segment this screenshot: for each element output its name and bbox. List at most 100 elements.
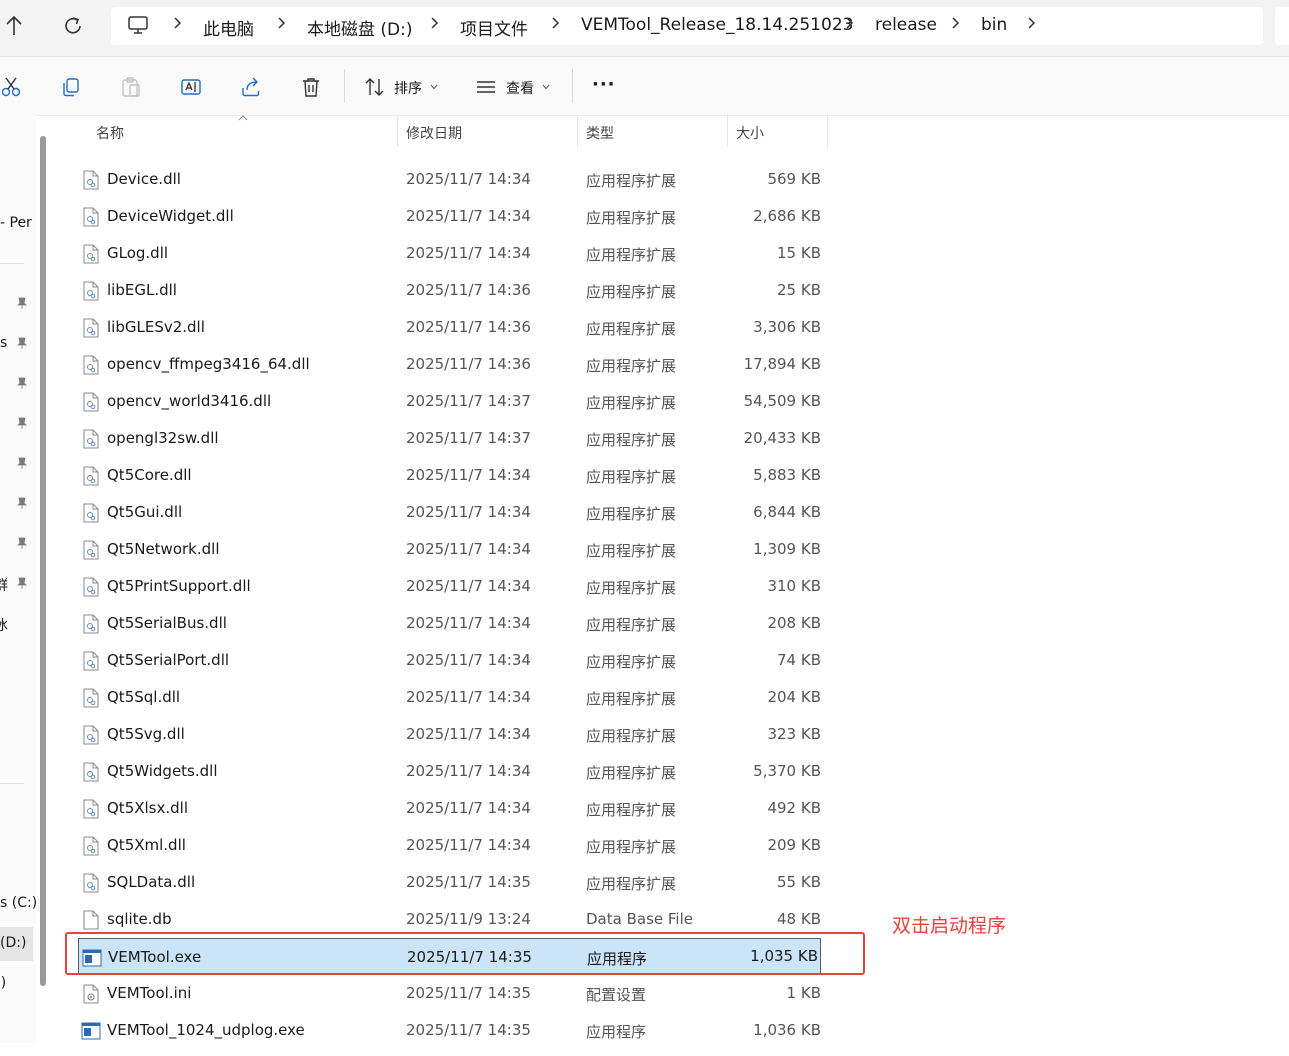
file-name: Qt5Xml.dll: [107, 836, 186, 854]
breadcrumb-drive-d[interactable]: 本地磁盘 (D:): [307, 15, 413, 40]
file-type: 应用程序扩展: [586, 431, 677, 449]
file-size: 208 KB: [767, 614, 821, 632]
chevron-right-icon[interactable]: [429, 16, 439, 30]
command-bar: 排序 查看 ···: [0, 57, 1289, 116]
share-icon[interactable]: [240, 76, 262, 98]
chevron-right-icon[interactable]: [172, 16, 182, 30]
computer-icon[interactable]: [127, 14, 149, 36]
file-name: Qt5Network.dll: [107, 540, 220, 558]
file-name: Qt5SerialBus.dll: [107, 614, 227, 632]
file-row[interactable]: Qt5Xlsx.dll 2025/11/7 14:34 应用程序扩展 492 KB: [78, 790, 821, 827]
search-box[interactable]: [1275, 7, 1289, 45]
column-divider[interactable]: [727, 115, 728, 147]
pin-icon: [17, 337, 27, 349]
annotation-highlight-box: [65, 932, 865, 975]
up-arrow-icon[interactable]: [2, 13, 26, 39]
nav-item-quick-3[interactable]: 冰: [0, 615, 8, 635]
toolbar-divider: [572, 69, 573, 103]
file-row[interactable]: Qt5Widgets.dll 2025/11/7 14:34 应用程序扩展 5,370…: [78, 753, 821, 790]
column-divider[interactable]: [827, 115, 828, 147]
file-row[interactable]: Qt5Gui.dll 2025/11/7 14:34 应用程序扩展 6,844 KB: [78, 494, 821, 531]
file-row[interactable]: Qt5Sql.dll 2025/11/7 14:34 应用程序扩展 204 KB: [78, 679, 821, 716]
file-row[interactable]: Qt5SerialPort.dll 2025/11/7 14:34 应用程序扩展 74…: [78, 642, 821, 679]
nav-item-quick-1[interactable]: s: [0, 335, 7, 351]
file-row[interactable]: Device.dll 2025/11/7 14:34 应用程序扩展 569 KB: [78, 161, 821, 198]
file-row[interactable]: Qt5SerialBus.dll 2025/11/7 14:34 应用程序扩展 208…: [78, 605, 821, 642]
column-divider[interactable]: [397, 115, 398, 147]
file-type: 应用程序扩展: [586, 838, 677, 856]
navigation-pane: - Per s 群 冰 s (C:) (D:) :): [0, 115, 36, 1043]
delete-icon[interactable]: [300, 76, 322, 98]
dll-file-icon: [83, 836, 99, 856]
nav-item-drive-d[interactable]: (D:): [0, 935, 26, 951]
paste-icon[interactable]: [120, 76, 142, 98]
file-name: opencv_world3416.dll: [107, 392, 272, 410]
copy-icon[interactable]: [60, 76, 82, 98]
file-date: 2025/11/7 14:34: [406, 503, 531, 521]
pin-icon: [17, 297, 27, 309]
breadcrumb-release[interactable]: release: [875, 15, 937, 35]
sort-button[interactable]: 排序: [394, 78, 422, 98]
file-row[interactable]: Qt5Svg.dll 2025/11/7 14:34 应用程序扩展 323 KB: [78, 716, 821, 753]
cut-icon[interactable]: [0, 76, 22, 98]
rename-icon[interactable]: [180, 76, 202, 98]
file-row[interactable]: VEMTool_1024_udplog.exe 2025/11/7 14:35 应用…: [78, 1012, 821, 1049]
file-row[interactable]: libEGL.dll 2025/11/7 14:36 应用程序扩展 25 KB: [78, 272, 821, 309]
chevron-right-icon[interactable]: [1026, 16, 1036, 30]
file-type: 应用程序扩展: [586, 394, 677, 412]
chevron-right-icon[interactable]: [844, 16, 854, 30]
file-name: SQLData.dll: [107, 873, 196, 891]
file-row[interactable]: SQLData.dll 2025/11/7 14:35 应用程序扩展 55 KB: [78, 864, 821, 901]
column-divider[interactable]: [577, 115, 578, 147]
file-row[interactable]: opencv_world3416.dll 2025/11/7 14:37 应用程序扩…: [78, 383, 821, 420]
chevron-right-icon[interactable]: [550, 16, 560, 30]
nav-item-drive-c[interactable]: s (C:): [0, 895, 36, 911]
file-row[interactable]: Qt5Network.dll 2025/11/7 14:34 应用程序扩展 1,309…: [78, 531, 821, 568]
column-header-size[interactable]: 大小: [736, 123, 764, 143]
breadcrumb-project-files[interactable]: 项目文件: [460, 15, 528, 40]
dll-file-icon: [83, 577, 99, 597]
column-header-name[interactable]: 名称: [96, 123, 124, 143]
nav-item-quick-2[interactable]: 群: [0, 575, 8, 595]
file-name: opencv_ffmpeg3416_64.dll: [107, 355, 310, 373]
nav-item-drive-other[interactable]: :): [0, 975, 6, 991]
file-name: Qt5Core.dll: [107, 466, 192, 484]
sort-icon[interactable]: [364, 76, 386, 98]
breadcrumb-this-pc[interactable]: 此电脑: [203, 15, 254, 40]
file-date: 2025/11/7 14:37: [406, 429, 531, 447]
file-date: 2025/11/7 14:34: [406, 688, 531, 706]
nav-item-personal[interactable]: - Per: [0, 215, 32, 231]
breadcrumb-bin[interactable]: bin: [981, 15, 1007, 35]
breadcrumb-vemtool-release[interactable]: VEMTool_Release_18.14.251023: [581, 15, 853, 35]
file-row[interactable]: VEMTool.ini 2025/11/7 14:35 配置设置 1 KB: [78, 975, 821, 1012]
nav-scrollbar[interactable]: [40, 136, 46, 986]
file-date: 2025/11/7 14:37: [406, 392, 531, 410]
chevron-right-icon[interactable]: [276, 16, 286, 30]
file-row[interactable]: GLog.dll 2025/11/7 14:34 应用程序扩展 15 KB: [78, 235, 821, 272]
file-name: libGLESv2.dll: [107, 318, 205, 336]
file-type: 应用程序扩展: [586, 505, 677, 523]
column-header-date[interactable]: 修改日期: [406, 123, 462, 143]
chevron-down-icon[interactable]: [430, 84, 438, 90]
more-options-button[interactable]: ···: [592, 74, 616, 95]
file-type: 应用程序扩展: [586, 653, 677, 671]
chevron-right-icon[interactable]: [950, 16, 960, 30]
pin-icon: [17, 457, 27, 469]
chevron-down-icon[interactable]: [542, 84, 550, 90]
file-row[interactable]: DeviceWidget.dll 2025/11/7 14:34 应用程序扩展 2,6…: [78, 198, 821, 235]
file-type: 配置设置: [586, 986, 647, 1004]
file-name: Qt5PrintSupport.dll: [107, 577, 251, 595]
column-header-type[interactable]: 类型: [586, 123, 614, 143]
file-row[interactable]: libGLESv2.dll 2025/11/7 14:36 应用程序扩展 3,306 …: [78, 309, 821, 346]
address-row: 此电脑 本地磁盘 (D:) 项目文件 VEMTool_Release_18.14…: [0, 0, 1289, 57]
pin-icon: [17, 497, 27, 509]
refresh-icon[interactable]: [60, 13, 86, 39]
file-row[interactable]: opencv_ffmpeg3416_64.dll 2025/11/7 14:36 应…: [78, 346, 821, 383]
file-row[interactable]: Qt5Core.dll 2025/11/7 14:34 应用程序扩展 5,883 KB: [78, 457, 821, 494]
view-icon[interactable]: [475, 76, 497, 98]
file-row[interactable]: Qt5Xml.dll 2025/11/7 14:34 应用程序扩展 209 KB: [78, 827, 821, 864]
file-row[interactable]: opengl32sw.dll 2025/11/7 14:37 应用程序扩展 20,43…: [78, 420, 821, 457]
file-row[interactable]: Qt5PrintSupport.dll 2025/11/7 14:34 应用程序扩展…: [78, 568, 821, 605]
view-button[interactable]: 查看: [506, 78, 534, 98]
dll-file-icon: [83, 466, 99, 486]
